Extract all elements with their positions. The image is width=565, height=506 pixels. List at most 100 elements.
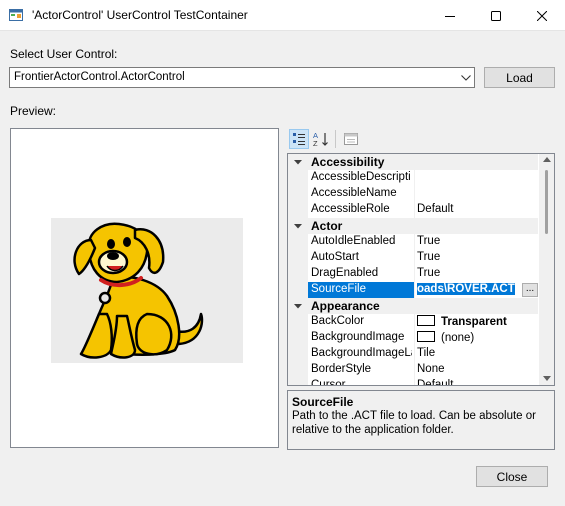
property-name: BackgroundImageLa [311,347,412,359]
property-value-text: Default [417,203,454,215]
maximize-button[interactable] [473,0,519,31]
row-gutter [288,346,308,362]
property-value-text: Default [417,379,454,386]
column-divider [414,186,415,202]
category-label: Accessibility [311,155,385,169]
property-name: Cursor [311,379,346,386]
category-row[interactable]: Appearance [288,298,538,314]
property-name: SourceFile [311,283,366,295]
column-divider [414,330,415,346]
user-control-combobox[interactable]: FrontierActorControl.ActorControl [9,67,475,88]
minimize-icon [445,15,455,17]
collapse-caret-icon[interactable] [293,301,303,311]
minimize-button[interactable] [427,0,473,31]
property-value-text: Tile [417,347,436,359]
categorized-icon [293,133,305,145]
property-row[interactable]: BackgroundImageLa Tile [288,346,538,362]
property-row[interactable]: BorderStyle None [288,362,538,378]
property-row[interactable]: BackgroundImage (none) [288,330,538,346]
column-divider [414,378,415,385]
column-divider [414,250,415,266]
property-value[interactable]: oads\ROVER.ACT [417,283,538,295]
property-row[interactable]: DragEnabled True [288,266,538,282]
window-title: 'ActorControl' UserControl TestContainer [32,8,248,22]
property-pages-button[interactable] [341,129,361,149]
collapse-caret-icon[interactable] [293,221,303,231]
combobox-dropdown[interactable] [457,68,475,87]
scrollbar-thumb[interactable] [545,170,548,234]
property-value[interactable]: Tile [417,347,538,359]
row-gutter [288,378,308,385]
property-value-text: True [417,251,441,263]
actor-control[interactable] [51,218,243,363]
property-name: AutoIdleEnabled [311,235,396,247]
property-name: BackgroundImage [311,331,405,343]
alphabetical-button[interactable]: A Z [311,129,331,149]
column-divider [414,282,415,298]
property-row[interactable]: Cursor Default [288,378,538,386]
category-row[interactable]: Accessibility [288,154,538,170]
row-gutter [288,186,308,202]
property-row[interactable]: SourceFile oads\ROVER.ACT... [288,282,538,298]
close-window-button[interactable] [519,0,565,31]
property-name: BackColor [311,315,365,327]
description-title: SourceFile [292,395,354,409]
scroll-up-icon[interactable] [543,157,551,162]
property-row[interactable]: BackColor Transparent [288,314,538,330]
category-row[interactable]: Actor [288,218,538,234]
property-value[interactable]: True [417,235,538,247]
preview-panel [10,128,279,448]
scroll-down-icon[interactable] [543,376,551,381]
property-row[interactable]: AccessibleRole Default [288,202,538,218]
row-gutter [288,330,308,346]
property-row[interactable]: AccessibleName [288,186,538,202]
preview-label: Preview: [10,104,57,118]
property-row[interactable]: AccessibleDescripti [288,170,538,186]
property-value[interactable]: True [417,251,538,263]
row-gutter [288,266,308,282]
property-value-text: (none) [441,332,475,344]
svg-text:Z: Z [313,139,318,147]
property-name: AccessibleName [311,187,397,199]
property-value[interactable]: Default [417,203,538,215]
combobox-value: FrontierActorControl.ActorControl [14,71,185,83]
property-row[interactable]: AutoStart True [288,250,538,266]
property-value[interactable]: None [417,363,538,375]
row-gutter [288,282,308,298]
close-icon [537,10,547,21]
categorized-button[interactable] [289,129,309,149]
toolbar-separator [335,130,336,148]
row-gutter [288,234,308,250]
collapse-caret-icon[interactable] [293,157,303,167]
property-grid-toolbar: A Z [287,127,555,152]
row-gutter [288,250,308,266]
property-value-text: None [417,363,445,375]
property-grid[interactable]: Accessibility AccessibleDescripti Accessib… [287,153,555,386]
property-value-text: True [417,267,441,279]
property-value-text: oads\ROVER.ACT [417,283,515,295]
maximize-icon [491,10,501,21]
close-button[interactable]: Close [476,466,548,487]
property-description-pane: SourceFile Path to the .ACT file to load… [287,390,555,450]
load-button[interactable]: Load [484,67,555,88]
category-label: Actor [311,219,343,233]
property-value[interactable]: Transparent [417,315,538,328]
chevron-down-icon [461,74,471,81]
column-divider [414,346,415,362]
category-label: Appearance [311,299,380,313]
property-value[interactable]: True [417,267,538,279]
form-icon [9,9,23,21]
select-user-control-label: Select User Control: [10,47,118,61]
ellipsis-button[interactable]: ... [522,283,538,297]
column-divider [414,170,415,186]
title-bar: 'ActorControl' UserControl TestContainer [0,0,565,31]
property-name: BorderStyle [311,363,372,375]
property-value[interactable]: Default [417,379,538,386]
row-gutter [288,314,308,330]
property-name: AccessibleDescripti [311,171,411,183]
column-divider [414,362,415,378]
property-value[interactable]: (none) [417,331,538,344]
property-name: DragEnabled [311,267,379,279]
property-grid-scrollbar[interactable] [539,154,554,385]
property-row[interactable]: AutoIdleEnabled True [288,234,538,250]
